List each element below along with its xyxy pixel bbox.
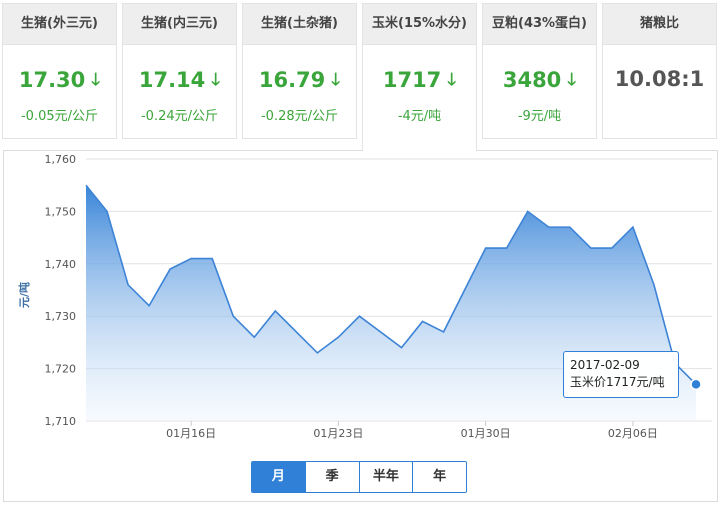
tab-month[interactable]: 月 xyxy=(252,462,305,492)
tab-quarter[interactable]: 季 xyxy=(304,462,359,492)
y-axis-label: 元/吨 xyxy=(17,282,31,308)
x-tick-label: 01月23日 xyxy=(313,427,363,440)
price-card-live-hog-inner[interactable]: 生猪(内三元) 17.14 🡓 -0.24元/公斤 xyxy=(122,3,237,139)
y-tick-label: 1,710 xyxy=(45,415,77,428)
card-price: 10.08:1 xyxy=(614,67,705,91)
card-price: 17.14 🡓 xyxy=(123,67,236,96)
card-delta: -0.05元/公斤 xyxy=(20,109,99,124)
price-card-live-hog-outer[interactable]: 生猪(外三元) 17.30 🡓 -0.05元/公斤 xyxy=(2,3,117,139)
tooltip-date: 2017-02-09 xyxy=(570,358,640,372)
tooltip-value: 玉米价1717元/吨 xyxy=(570,375,665,389)
corn-price-chart[interactable]: 1,710 1,720 1,730 1,740 1,750 1,760 01月16日 01月2… xyxy=(4,151,717,501)
y-tick-label: 1,750 xyxy=(45,205,77,218)
price-card-live-hog-native[interactable]: 生猪(土杂猪) 16.79 🡓 -0.28元/公斤 xyxy=(242,3,357,139)
period-tabs: 月 季 半年 年 xyxy=(251,461,467,493)
price-cards: 生猪(外三元) 17.30 🡓 -0.05元/公斤 生猪(内三元) 17.14 🡓 … xyxy=(0,0,721,151)
card-price: 1717 🡓 xyxy=(363,67,476,96)
last-point-marker xyxy=(690,378,702,391)
down-arrow-icon: 🡓 xyxy=(567,70,577,90)
card-title: 玉米(15%水分) xyxy=(363,4,476,45)
price-card-hog-grain-ratio[interactable]: 猪粮比 10.08:1 xyxy=(602,3,717,139)
card-delta: -9元/吨 xyxy=(517,109,562,124)
card-title: 生猪(内三元) xyxy=(123,4,236,45)
card-title: 猪粮比 xyxy=(603,4,716,45)
card-title: 豆粕(43%蛋白) xyxy=(483,4,596,45)
x-tick-label: 01月16日 xyxy=(166,427,216,440)
card-delta: -4元/吨 xyxy=(397,109,442,124)
x-tick-label: 01月30日 xyxy=(461,427,511,440)
y-tick-label: 1,720 xyxy=(45,363,77,376)
card-price: 17.30 🡓 xyxy=(3,67,116,96)
card-delta: -0.28元/公斤 xyxy=(260,109,339,124)
card-delta: -0.24元/公斤 xyxy=(140,109,219,124)
card-title: 生猪(土杂猪) xyxy=(243,4,356,45)
card-price: 3480 🡓 xyxy=(483,67,596,96)
chart-tooltip: 2017-02-09 玉米价1717元/吨 xyxy=(563,351,679,398)
down-arrow-icon: 🡓 xyxy=(447,70,457,90)
y-tick-label: 1,740 xyxy=(45,258,77,271)
down-arrow-icon: 🡓 xyxy=(331,70,341,90)
price-card-corn[interactable]: 玉米(15%水分) 1717 🡓 -4元/吨 xyxy=(362,3,477,151)
tab-half-year[interactable]: 半年 xyxy=(358,462,413,492)
card-price: 16.79 🡓 xyxy=(243,67,356,96)
x-tick-label: 02月06日 xyxy=(608,427,658,440)
card-title: 生猪(外三元) xyxy=(3,4,116,45)
price-card-soymeal[interactable]: 豆粕(43%蛋白) 3480 🡓 -9元/吨 xyxy=(482,3,597,139)
tab-year[interactable]: 年 xyxy=(412,462,466,492)
down-arrow-icon: 🡓 xyxy=(91,70,101,90)
chart-panel: 1,710 1,720 1,730 1,740 1,750 1,760 01月16日 01月2… xyxy=(3,150,718,502)
y-tick-label: 1,760 xyxy=(45,153,77,166)
down-arrow-icon: 🡓 xyxy=(211,70,221,90)
y-tick-label: 1,730 xyxy=(45,310,77,323)
